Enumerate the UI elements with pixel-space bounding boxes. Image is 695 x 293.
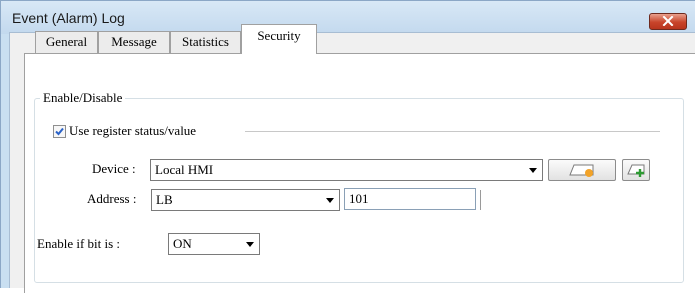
enable-if-label: Enable if bit is :	[37, 236, 121, 251]
address-input-value: 101	[349, 191, 369, 206]
input-separator	[480, 190, 481, 210]
device-settings-icon	[568, 163, 598, 181]
device-select-value: Local HMI	[155, 162, 214, 177]
chevron-down-icon	[529, 168, 537, 173]
device-label: Device :	[92, 161, 136, 176]
device-add-icon	[627, 163, 647, 182]
tab-message-label: Message	[111, 34, 157, 49]
use-register-label[interactable]: Use register status/value	[69, 123, 196, 139]
close-x-icon	[662, 14, 674, 30]
tab-statistics[interactable]: Statistics	[170, 31, 241, 53]
tab-statistics-label: Statistics	[182, 34, 229, 49]
chevron-down-icon	[246, 242, 254, 247]
section-divider	[245, 131, 660, 132]
device-settings-button[interactable]	[548, 159, 616, 181]
tab-security-label: Security	[257, 28, 301, 43]
enable-if-select[interactable]: ON	[168, 233, 260, 255]
address-type-value: LB	[156, 192, 173, 207]
group-title: Enable/Disable	[40, 90, 126, 106]
tab-security[interactable]: Security	[241, 24, 317, 54]
device-add-button[interactable]	[622, 159, 650, 181]
enable-if-value: ON	[173, 236, 192, 251]
device-select[interactable]: Local HMI	[150, 159, 543, 181]
tab-message[interactable]: Message	[98, 31, 170, 53]
title-bar[interactable]: Event (Alarm) Log	[1, 1, 695, 34]
address-input[interactable]: 101	[344, 188, 476, 210]
chevron-down-icon	[326, 198, 334, 203]
tab-general[interactable]: General	[35, 31, 98, 53]
address-label: Address :	[87, 191, 137, 206]
use-register-checkbox[interactable]	[53, 125, 66, 138]
window-title: Event (Alarm) Log	[12, 10, 125, 26]
tab-general-label: General	[45, 34, 88, 49]
address-type-select[interactable]: LB	[151, 189, 340, 211]
close-button[interactable]	[649, 13, 687, 30]
